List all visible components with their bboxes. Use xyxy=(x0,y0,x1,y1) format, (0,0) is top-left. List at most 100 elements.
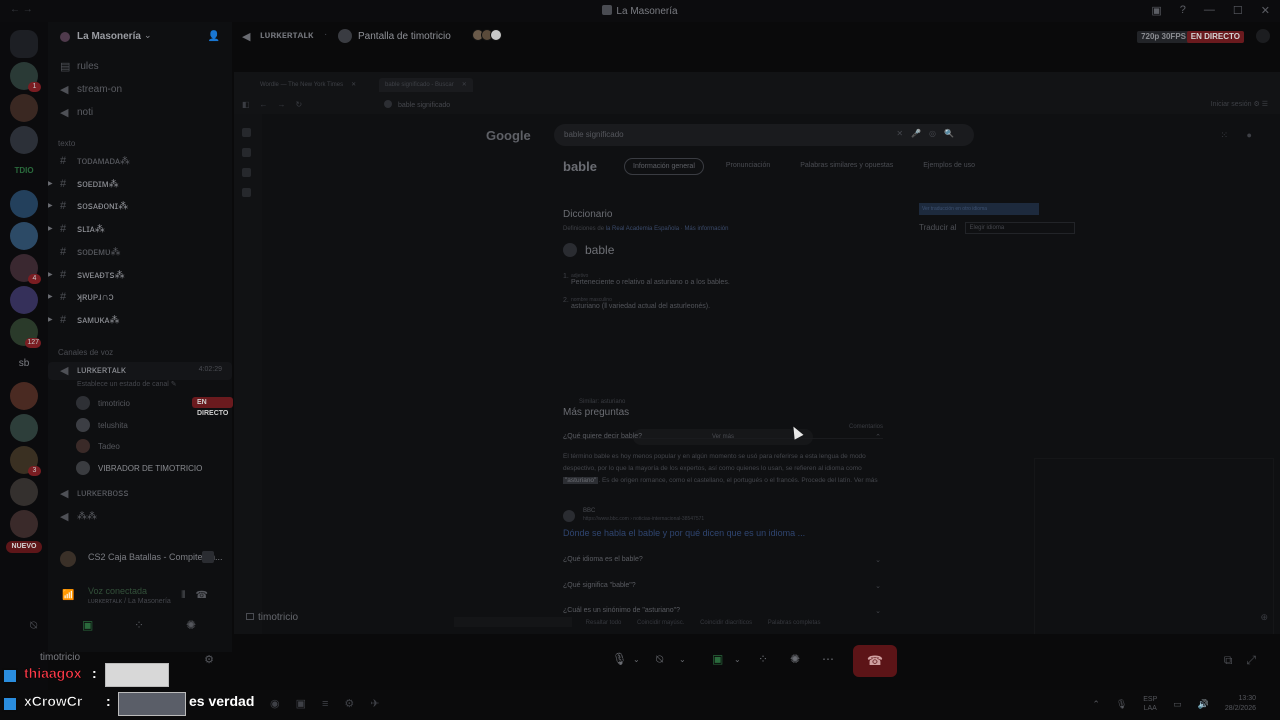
tab-similar-words[interactable]: Palabras similares y opuestas xyxy=(792,158,901,175)
view-controls[interactable]: ⧉⤢ xyxy=(1224,653,1270,668)
channel-status-hint[interactable]: Establece un estado de canal ✎ xyxy=(77,380,177,388)
server-icon[interactable]: 127 xyxy=(10,318,41,348)
server-icon[interactable] xyxy=(10,190,38,218)
find-option[interactable]: Coincidir mayúsc. xyxy=(637,620,684,626)
find-option[interactable]: Palabras completas xyxy=(768,620,821,626)
channel-noti[interactable]: ◀ noti xyxy=(48,104,232,122)
server-icon[interactable] xyxy=(10,414,38,442)
stream-view[interactable]: Wordle — The New York Times ✕ bable signi… xyxy=(234,72,1280,634)
chevron-down-icon[interactable]: ⌄ xyxy=(633,655,640,664)
close-icon[interactable]: ✕ xyxy=(1261,4,1270,17)
channel-rules[interactable]: ▤ rules xyxy=(48,58,232,76)
signin-label[interactable]: Iniciar sesión xyxy=(1211,101,1252,108)
browser-nav-icons[interactable]: ◧←→↻ xyxy=(242,100,312,109)
channel-item[interactable]: ▶ # ꜱᴡᴇᴀᴆᴛꜱ⁂ xyxy=(48,267,232,285)
server-icon[interactable] xyxy=(10,126,38,154)
source-link[interactable]: Dónde se habla el bable y por qué dicen … xyxy=(563,528,805,538)
inbox-icon[interactable]: ▣ xyxy=(1151,4,1161,17)
microphone-icon[interactable]: 🎙 xyxy=(612,652,627,666)
disconnect-button[interactable]: ☎ xyxy=(853,645,897,677)
server-icon[interactable]: 1 xyxy=(10,62,41,92)
screen-share-icon[interactable]: ▣ xyxy=(82,618,93,632)
camera-off-icon[interactable]: ⍉ xyxy=(656,652,663,667)
home-icon[interactable] xyxy=(10,30,38,58)
server-icon[interactable]: 3 xyxy=(10,446,41,476)
tab-overview[interactable]: Información general xyxy=(624,158,704,175)
browser-tab[interactable]: Wordle — The New York Times ✕ xyxy=(254,78,362,92)
question-item[interactable]: ¿Qué quiere decir bable? ⌃ xyxy=(563,433,881,441)
noise-suppression-icon[interactable]: ⦀☎ xyxy=(181,590,218,601)
server-icon[interactable] xyxy=(10,382,38,410)
voice-user[interactable]: VIBRADOR DE TIMOTRICIO xyxy=(76,459,226,477)
activities-icon[interactable]: ⁘ xyxy=(758,652,768,666)
synonyms[interactable]: Similar: asturiano xyxy=(579,399,625,405)
server-icon[interactable] xyxy=(10,94,38,122)
language-select[interactable]: Elegir idioma xyxy=(964,222,1075,234)
find-input[interactable] xyxy=(454,617,572,627)
minimize-icon[interactable]: — xyxy=(1204,4,1215,17)
channel-item[interactable]: # ᴛᴏᴅᴀᴍᴀᴅᴀ⁂ xyxy=(48,153,232,171)
signal-icon[interactable]: 📶 xyxy=(62,590,74,601)
guild-header[interactable]: La Masonería ⌄ 👤 xyxy=(48,22,232,54)
google-logo[interactable]: Google xyxy=(486,128,531,143)
answer-more-link[interactable]: Ver más xyxy=(854,477,878,484)
activities-icon[interactable]: ⁘ xyxy=(134,618,144,632)
more-options-icon[interactable]: ⋯ xyxy=(822,652,834,666)
server-label[interactable]: sb xyxy=(0,358,48,369)
viewer-avatars[interactable] xyxy=(472,29,502,41)
language-indicator[interactable]: ESP LAA xyxy=(1143,695,1157,713)
channel-item[interactable]: ▶ # ʞʀᴜᴘɹ∩ɔ xyxy=(48,289,232,307)
sidebar-icon[interactable] xyxy=(242,188,251,197)
server-icon[interactable] xyxy=(10,222,38,250)
more-info-link[interactable]: Más información xyxy=(684,226,728,232)
source-link[interactable]: la Real Academia Española xyxy=(606,226,679,232)
question-item[interactable]: ¿Qué significa "bable"? ⌄ xyxy=(563,582,881,590)
search-tools-icons[interactable]: ✕🎤◎🔍 xyxy=(896,129,962,138)
find-option[interactable]: Coincidir diacríticos xyxy=(700,620,752,626)
sidebar-icon[interactable] xyxy=(242,168,251,177)
voice-user[interactable]: Tadeo xyxy=(76,437,226,455)
volume-icon[interactable]: 🔊 xyxy=(1198,699,1209,710)
address-bar[interactable]: bable significado xyxy=(384,100,450,109)
server-label[interactable]: TDIO xyxy=(0,166,48,175)
google-search-box[interactable]: bable significado ✕🎤◎🔍 xyxy=(554,124,974,146)
channel-item[interactable]: ▶ # ꜱᴏꜱᴀᴆᴏɴɪ⁂ xyxy=(48,198,232,216)
browser-toolbar-right[interactable]: Iniciar sesión ⚙ ☰ xyxy=(1211,100,1268,108)
screen-share-icon[interactable]: ▣ xyxy=(712,652,723,666)
voice-channel[interactable]: ◀ ʟᴜʀᴋᴇʀʙᴏꜱꜱ xyxy=(48,485,232,503)
taskbar-apps[interactable]: ◉▣≡⚙✈ xyxy=(270,697,396,710)
browser-tab-active[interactable]: bable significado - Buscar ✕ xyxy=(379,78,473,92)
soundboard-icon[interactable]: ✺ xyxy=(790,652,800,666)
tab-pronunciation[interactable]: Pronunciación xyxy=(718,158,778,175)
sidebar-icon[interactable] xyxy=(242,128,251,137)
comments-link[interactable]: Comentarios xyxy=(849,424,883,430)
activity-panel[interactable]: CS2 Caja Batallas - Compite en... xyxy=(48,544,232,574)
channel-item[interactable]: # ꜱᴏᴅᴇᴍᴜ⁂ xyxy=(48,244,232,262)
apps-grid-icon[interactable]: ⁙ ● xyxy=(1221,130,1260,141)
close-icon[interactable]: ✕ xyxy=(351,82,356,88)
translate-tag[interactable]: Ver traducción en otro idioma xyxy=(919,203,1039,215)
question-item[interactable]: ¿Qué idioma es el bable? ⌄ xyxy=(563,556,881,564)
close-icon[interactable]: ✕ xyxy=(462,82,467,88)
voice-connected-location[interactable]: ʟᴜʀᴋᴇʀᴛᴀʟᴋ / La Masonería xyxy=(88,598,171,605)
chevron-down-icon[interactable]: ⌄ xyxy=(679,655,686,664)
sidebar-icon[interactable] xyxy=(242,148,251,157)
voice-user[interactable]: telushita xyxy=(76,416,226,434)
help-icon[interactable]: ? xyxy=(1180,4,1186,17)
network-icon[interactable]: ▭ xyxy=(1173,699,1182,710)
camera-off-icon[interactable]: ⍉ xyxy=(30,618,37,633)
chat-toggle-icon[interactable] xyxy=(1256,29,1270,43)
maximize-icon[interactable]: ☐ xyxy=(1233,4,1243,17)
question-item[interactable]: ¿Cuál es un sinónimo de "asturiano"? ⌄ xyxy=(563,607,881,615)
channel-item[interactable]: ▶ # ꜱʟɪᴀ⁂ xyxy=(48,221,232,239)
zoom-icon[interactable]: ⊕ xyxy=(1260,612,1268,623)
category-texto[interactable]: texto xyxy=(58,139,75,148)
tab-examples[interactable]: Ejemplos de uso xyxy=(915,158,983,175)
activity-action-icon[interactable] xyxy=(202,551,214,563)
server-icon[interactable] xyxy=(10,510,38,538)
chevron-down-icon[interactable]: ⌄ xyxy=(734,655,741,664)
voice-channel-lurkertalk[interactable]: ◀ ʟᴜʀᴋᴇʀᴛᴀʟᴋ 4:02:29 xyxy=(48,362,232,380)
soundboard-icon[interactable]: ✺ xyxy=(186,618,196,632)
find-option[interactable]: Resaltar todo xyxy=(586,620,622,626)
chevron-up-icon[interactable]: ⌃ xyxy=(1092,699,1100,710)
